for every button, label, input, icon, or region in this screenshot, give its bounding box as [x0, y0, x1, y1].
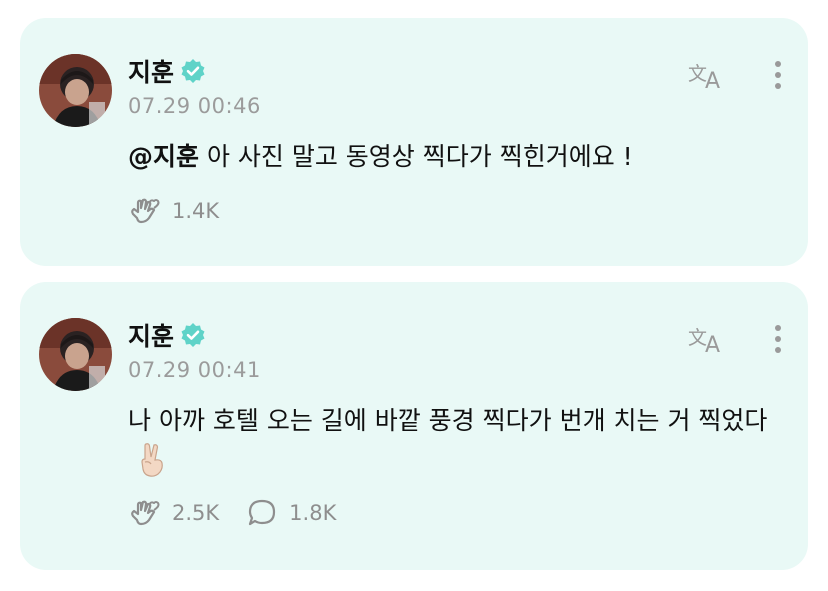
author-name[interactable]: 지훈 [128, 53, 174, 89]
svg-text:A: A [705, 333, 720, 356]
avatar-image [39, 54, 112, 127]
post-timestamp: 07.29 00:46 [128, 94, 261, 118]
mention-link[interactable]: @지훈 [128, 142, 199, 171]
like-button[interactable]: 2.5K [128, 496, 219, 530]
post-stats: 1.4K [128, 194, 245, 228]
comment-count: 1.8K [289, 501, 337, 525]
post-stats: 2.5K 1.8K [128, 496, 362, 530]
like-button[interactable]: 1.4K [128, 194, 219, 228]
author-row: 지훈 [128, 54, 206, 88]
post-text: @지훈 아 사진 말고 동영상 찍다가 찍힌거에요 ! [128, 136, 768, 178]
post-text: 나 아까 호텔 오는 길에 바깥 풍경 찍다가 번개 치는 거 찍었다 [128, 400, 768, 485]
post-timestamp: 07.29 00:41 [128, 358, 261, 382]
avatar-image [39, 318, 112, 391]
post-text-body: 아 사진 말고 동영상 찍다가 찍힌거에요 ! [199, 142, 633, 171]
avatar[interactable] [39, 318, 112, 391]
heart-hand-icon [128, 496, 162, 530]
post-text-body: 나 아까 호텔 오는 길에 바깥 풍경 찍다가 번개 치는 거 찍었다 [128, 406, 768, 435]
translate-icon[interactable]: 文 A [688, 58, 728, 94]
verified-badge-icon [180, 322, 206, 348]
victory-hand-emoji [138, 442, 168, 478]
comment-button[interactable]: 1.8K [245, 496, 336, 530]
comment-bubble-icon [245, 496, 279, 530]
author-name[interactable]: 지훈 [128, 317, 174, 353]
svg-text:A: A [705, 69, 720, 92]
translate-icon[interactable]: 文 A [688, 322, 728, 358]
author-row: 지훈 [128, 318, 206, 352]
avatar[interactable] [39, 54, 112, 127]
post-card[interactable]: 지훈 07.29 00:41 文 A 나 아까 호텔 오는 길에 바깥 풍경 찍… [20, 282, 808, 570]
heart-hand-icon [128, 194, 162, 228]
more-options-icon[interactable] [772, 322, 784, 356]
like-count: 2.5K [172, 501, 220, 525]
verified-badge-icon [180, 58, 206, 84]
post-card[interactable]: 지훈 07.29 00:46 文 A @지훈 아 사진 말고 동영상 찍다가 찍… [20, 18, 808, 266]
like-count: 1.4K [172, 199, 220, 223]
more-options-icon[interactable] [772, 58, 784, 92]
